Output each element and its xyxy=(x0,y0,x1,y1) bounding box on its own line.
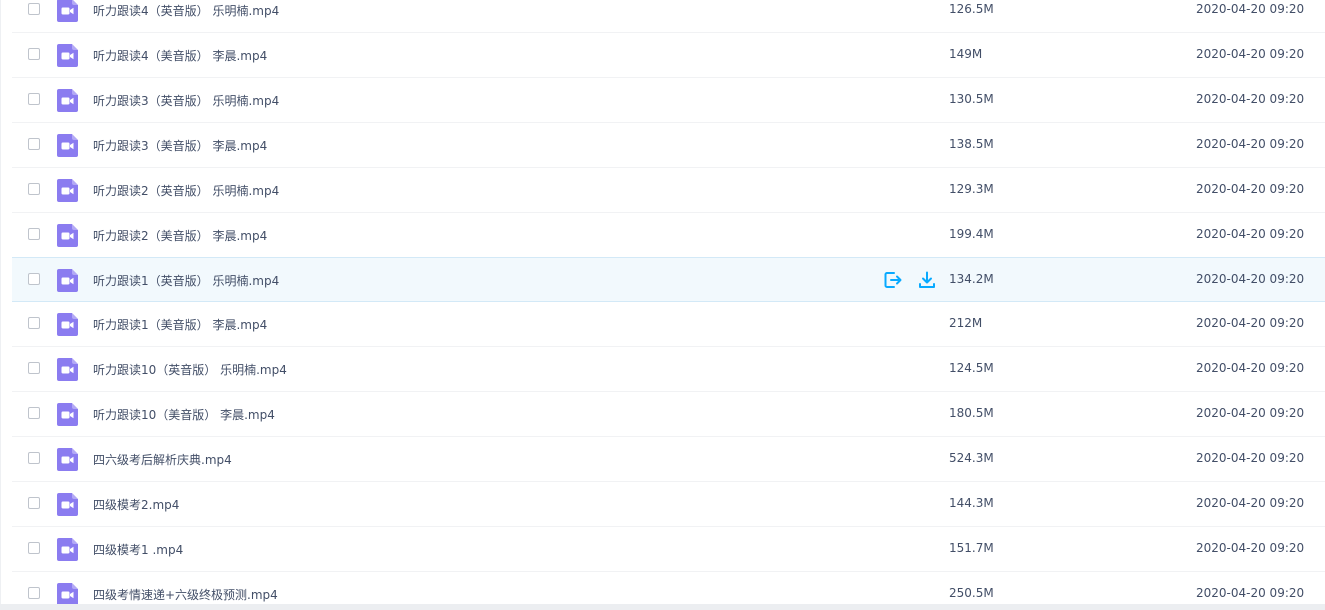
file-row[interactable]: 四级考情速递+六级终极预测.mp4 250.5M 2020-04-20 09:2… xyxy=(12,572,1325,604)
file-size: 524.3M xyxy=(949,451,994,465)
file-row[interactable]: 听力跟读1（美音版） 李晨.mp4 212M 2020-04-20 09:20 xyxy=(12,302,1325,347)
file-row[interactable]: 听力跟读3（英音版） 乐明楠.mp4 130.5M 2020-04-20 09:… xyxy=(12,78,1325,123)
file-name[interactable]: 四级模考1 .mp4 xyxy=(93,541,183,558)
file-row[interactable]: 听力跟读4（英音版） 乐明楠.mp4 126.5M 2020-04-20 09:… xyxy=(12,0,1325,33)
file-row[interactable]: 四级模考2.mp4 144.3M 2020-04-20 09:20 xyxy=(12,482,1325,527)
file-name[interactable]: 听力跟读4（美音版） 李晨.mp4 xyxy=(93,47,267,64)
file-date: 2020-04-20 09:20 xyxy=(1196,272,1305,286)
file-size: 144.3M xyxy=(949,496,994,510)
file-size: 151.7M xyxy=(949,541,994,555)
file-size: 199.4M xyxy=(949,227,994,241)
file-size: 124.5M xyxy=(949,361,994,375)
file-name[interactable]: 听力跟读1（英音版） 乐明楠.mp4 xyxy=(93,272,279,289)
video-file-icon xyxy=(57,583,78,604)
file-size: 134.2M xyxy=(949,272,994,286)
row-checkbox[interactable] xyxy=(28,497,40,509)
row-actions xyxy=(883,270,937,290)
row-checkbox[interactable] xyxy=(28,542,40,554)
video-file-icon xyxy=(57,403,78,426)
file-name[interactable]: 听力跟读10（英音版） 乐明楠.mp4 xyxy=(93,361,287,378)
row-checkbox[interactable] xyxy=(28,228,40,240)
horizontal-scrollbar[interactable] xyxy=(0,604,1325,610)
file-row[interactable]: 听力跟读10（英音版） 乐明楠.mp4 124.5M 2020-04-20 09… xyxy=(12,347,1325,392)
row-checkbox[interactable] xyxy=(28,93,40,105)
file-date: 2020-04-20 09:20 xyxy=(1196,316,1305,330)
file-row[interactable]: 听力跟读3（美音版） 李晨.mp4 138.5M 2020-04-20 09:2… xyxy=(12,123,1325,168)
file-date: 2020-04-20 09:20 xyxy=(1196,496,1305,510)
file-date: 2020-04-20 09:20 xyxy=(1196,586,1305,600)
row-checkbox[interactable] xyxy=(28,407,40,419)
file-date: 2020-04-20 09:20 xyxy=(1196,182,1305,196)
file-rows: 听力跟读4（英音版） 乐明楠.mp4 126.5M 2020-04-20 09:… xyxy=(0,0,1325,604)
row-checkbox[interactable] xyxy=(28,138,40,150)
row-checkbox[interactable] xyxy=(28,587,40,599)
file-size: 138.5M xyxy=(949,137,994,151)
file-row[interactable]: 听力跟读1（英音版） 乐明楠.mp4 134.2M 2020-04-20 09:… xyxy=(12,257,1325,302)
file-name[interactable]: 四六级考后解析庆典.mp4 xyxy=(93,451,232,468)
row-checkbox[interactable] xyxy=(28,3,40,15)
row-checkbox[interactable] xyxy=(28,48,40,60)
file-date: 2020-04-20 09:20 xyxy=(1196,541,1305,555)
file-name[interactable]: 听力跟读2（英音版） 乐明楠.mp4 xyxy=(93,182,279,199)
video-file-icon xyxy=(57,0,78,22)
file-size: 250.5M xyxy=(949,586,994,600)
file-name[interactable]: 四级模考2.mp4 xyxy=(93,496,179,513)
file-size: 212M xyxy=(949,316,983,330)
video-file-icon xyxy=(57,269,78,292)
file-name[interactable]: 听力跟读2（美音版） 李晨.mp4 xyxy=(93,227,267,244)
video-file-icon xyxy=(57,493,78,516)
share-icon[interactable] xyxy=(883,270,903,290)
file-size: 149M xyxy=(949,47,983,61)
file-date: 2020-04-20 09:20 xyxy=(1196,406,1305,420)
row-checkbox[interactable] xyxy=(28,183,40,195)
video-file-icon xyxy=(57,44,78,67)
file-size: 126.5M xyxy=(949,2,994,16)
video-file-icon xyxy=(57,134,78,157)
file-size: 130.5M xyxy=(949,92,994,106)
file-date: 2020-04-20 09:20 xyxy=(1196,92,1305,106)
row-checkbox[interactable] xyxy=(28,317,40,329)
file-row[interactable]: 听力跟读2（美音版） 李晨.mp4 199.4M 2020-04-20 09:2… xyxy=(12,213,1325,258)
video-file-icon xyxy=(57,224,78,247)
file-date: 2020-04-20 09:20 xyxy=(1196,451,1305,465)
file-size: 180.5M xyxy=(949,406,994,420)
file-row[interactable]: 听力跟读2（英音版） 乐明楠.mp4 129.3M 2020-04-20 09:… xyxy=(12,168,1325,213)
file-list: 听力跟读4（英音版） 乐明楠.mp4 126.5M 2020-04-20 09:… xyxy=(0,0,1325,604)
file-date: 2020-04-20 09:20 xyxy=(1196,137,1305,151)
video-file-icon xyxy=(57,538,78,561)
file-date: 2020-04-20 09:20 xyxy=(1196,227,1305,241)
video-file-icon xyxy=(57,313,78,336)
file-row[interactable]: 听力跟读4（美音版） 李晨.mp4 149M 2020-04-20 09:20 xyxy=(12,33,1325,78)
video-file-icon xyxy=(57,358,78,381)
file-name[interactable]: 听力跟读3（美音版） 李晨.mp4 xyxy=(93,137,267,154)
row-checkbox[interactable] xyxy=(28,452,40,464)
file-date: 2020-04-20 09:20 xyxy=(1196,47,1305,61)
row-checkbox[interactable] xyxy=(28,362,40,374)
file-name[interactable]: 听力跟读3（英音版） 乐明楠.mp4 xyxy=(93,92,279,109)
file-name[interactable]: 听力跟读1（美音版） 李晨.mp4 xyxy=(93,316,267,333)
download-icon[interactable] xyxy=(917,270,937,290)
file-date: 2020-04-20 09:20 xyxy=(1196,2,1305,16)
file-row[interactable]: 四六级考后解析庆典.mp4 524.3M 2020-04-20 09:20 xyxy=(12,437,1325,482)
file-row[interactable]: 听力跟读10（美音版） 李晨.mp4 180.5M 2020-04-20 09:… xyxy=(12,392,1325,437)
file-name[interactable]: 听力跟读10（美音版） 李晨.mp4 xyxy=(93,406,275,423)
file-name[interactable]: 四级考情速递+六级终极预测.mp4 xyxy=(93,586,278,603)
video-file-icon xyxy=(57,179,78,202)
video-file-icon xyxy=(57,89,78,112)
file-row[interactable]: 四级模考1 .mp4 151.7M 2020-04-20 09:20 xyxy=(12,527,1325,572)
file-size: 129.3M xyxy=(949,182,994,196)
file-name[interactable]: 听力跟读4（英音版） 乐明楠.mp4 xyxy=(93,2,279,19)
file-date: 2020-04-20 09:20 xyxy=(1196,361,1305,375)
row-checkbox[interactable] xyxy=(28,273,40,285)
video-file-icon xyxy=(57,448,78,471)
